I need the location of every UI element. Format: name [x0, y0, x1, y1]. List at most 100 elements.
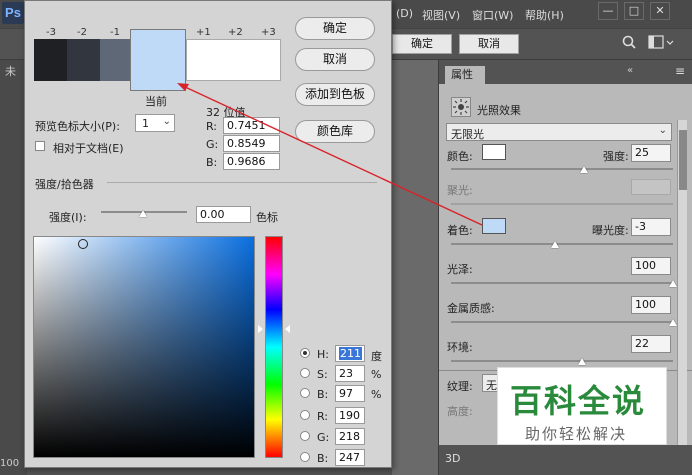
- hue-slider-arrow-left[interactable]: [258, 325, 263, 333]
- document-canvas: [392, 60, 438, 475]
- metallic-slider[interactable]: [451, 321, 673, 323]
- current-color-swatch[interactable]: [130, 29, 186, 91]
- texture-value: 无: [486, 379, 497, 392]
- hue-slider-arrow-right[interactable]: [285, 325, 290, 333]
- h-input[interactable]: 211: [335, 345, 365, 362]
- swatch-plus[interactable]: [186, 39, 281, 81]
- section-title: 光照效果: [477, 104, 521, 117]
- h-value: 211: [339, 347, 362, 360]
- s-input[interactable]: 23: [335, 365, 365, 382]
- intensity-slider-thumb[interactable]: [580, 166, 589, 173]
- menu-window[interactable]: 窗口(W): [472, 7, 513, 23]
- options-confirm-button[interactable]: 确定: [392, 34, 452, 54]
- options-cancel-button[interactable]: 取消: [459, 34, 519, 54]
- tab-3d[interactable]: 3D: [445, 452, 460, 465]
- preview-size-label: 预览色标大小(P):: [35, 120, 120, 133]
- workspace-icon[interactable]: [648, 34, 676, 50]
- exposure-slider-thumb[interactable]: [551, 241, 560, 248]
- r-radio[interactable]: [300, 410, 310, 420]
- lighting-effects-icon: [451, 97, 471, 117]
- colorize-label: 着色:: [447, 224, 473, 237]
- scrollbar-thumb[interactable]: [679, 130, 687, 190]
- color-field-marker[interactable]: [78, 239, 88, 249]
- ambience-slider[interactable]: [451, 360, 673, 362]
- blue-label: B:: [317, 452, 329, 465]
- watermark: 百科全说 助你轻松解决: [497, 367, 667, 445]
- maximize-button[interactable]: □: [624, 2, 644, 20]
- h-radio[interactable]: [300, 348, 310, 358]
- gloss-input[interactable]: 100: [631, 257, 671, 275]
- b-label: B:: [317, 388, 329, 401]
- color-label: 颜色:: [447, 150, 473, 163]
- properties-scrollbar[interactable]: [677, 120, 687, 450]
- r32-input[interactable]: 0.7451: [223, 117, 280, 134]
- r-label: R:: [317, 410, 329, 423]
- g-radio[interactable]: [300, 431, 310, 441]
- swatch-minus-3[interactable]: [34, 39, 67, 81]
- ambience-input[interactable]: 22: [631, 335, 671, 353]
- tab-properties[interactable]: 属性: [445, 66, 485, 84]
- panel-menu-icon[interactable]: ≡: [675, 64, 685, 78]
- intensity-input[interactable]: 25: [631, 144, 671, 162]
- metallic-input[interactable]: 100: [631, 296, 671, 314]
- offset-label: +3: [261, 27, 276, 38]
- hotspot-slider: [451, 203, 673, 205]
- properties-bottom-bar: 3D: [439, 445, 692, 475]
- stops-label: 色标: [256, 211, 278, 224]
- add-to-swatches-button[interactable]: 添加到色板: [295, 83, 375, 106]
- preview-size-value: 1: [142, 117, 149, 130]
- gloss-label: 光泽:: [447, 263, 473, 276]
- watermark-subtitle: 助你轻松解决: [525, 425, 628, 443]
- intensity-slider-thumb[interactable]: [139, 210, 147, 217]
- collapse-icon[interactable]: «: [627, 65, 633, 76]
- colorize-swatch[interactable]: [482, 218, 506, 234]
- intensity-section-title: 强度/拾色器: [35, 178, 94, 191]
- color-field[interactable]: [33, 236, 255, 458]
- b-input[interactable]: 97: [335, 385, 365, 402]
- search-icon[interactable]: [622, 35, 636, 49]
- document-tab-strip: [0, 60, 27, 475]
- light-type-select[interactable]: 无限光 ⌄: [446, 123, 672, 141]
- intensity-label: 强度(I):: [49, 211, 87, 224]
- ok-button[interactable]: 确定: [295, 17, 375, 40]
- minimize-button[interactable]: —: [598, 2, 618, 20]
- ambience-slider-thumb[interactable]: [577, 358, 586, 365]
- g-input[interactable]: 218: [335, 428, 365, 445]
- exposure-input[interactable]: -3: [631, 218, 671, 236]
- b32-input[interactable]: 0.9686: [223, 153, 280, 170]
- offset-label: -2: [77, 27, 87, 38]
- intensity-input[interactable]: 0.00: [196, 206, 251, 223]
- menu-help[interactable]: 帮助(H): [525, 7, 564, 23]
- hue-slider[interactable]: [265, 236, 283, 458]
- document-tab[interactable]: 未: [5, 63, 16, 79]
- blue-input[interactable]: 247: [335, 449, 365, 466]
- b-radio[interactable]: [300, 388, 310, 398]
- ambience-label: 环境:: [447, 341, 473, 354]
- relative-label: 相对于文档(E): [53, 142, 124, 155]
- light-type-value: 无限光: [451, 128, 484, 141]
- cancel-button[interactable]: 取消: [295, 48, 375, 71]
- photoshop-logo: Ps: [2, 2, 24, 24]
- preview-size-select[interactable]: 1 ⌄: [135, 114, 175, 132]
- light-color-swatch[interactable]: [482, 144, 506, 160]
- metallic-slider-thumb[interactable]: [669, 319, 677, 326]
- color-libraries-button[interactable]: 颜色库: [295, 120, 375, 143]
- swatch-minus-2[interactable]: [67, 39, 100, 81]
- menu-view[interactable]: 视图(V): [422, 7, 460, 23]
- gloss-slider[interactable]: [451, 282, 673, 284]
- menu-item[interactable]: (D): [396, 7, 413, 20]
- gloss-slider-thumb[interactable]: [669, 280, 677, 287]
- r-input[interactable]: 190: [335, 407, 365, 424]
- exposure-slider[interactable]: [451, 243, 673, 245]
- blue-radio[interactable]: [300, 452, 310, 462]
- hotspot-label: 聚光:: [447, 184, 473, 197]
- relative-checkbox[interactable]: [35, 141, 45, 151]
- properties-tab-bar: 属性 « ≡: [439, 60, 692, 84]
- g32-input[interactable]: 0.8549: [223, 135, 280, 152]
- close-window-button[interactable]: ✕: [650, 2, 670, 20]
- swatch-minus-1[interactable]: [100, 39, 130, 81]
- h-unit: 度: [371, 350, 382, 363]
- intensity-slider[interactable]: [451, 168, 673, 170]
- b-unit: %: [371, 388, 382, 401]
- s-radio[interactable]: [300, 368, 310, 378]
